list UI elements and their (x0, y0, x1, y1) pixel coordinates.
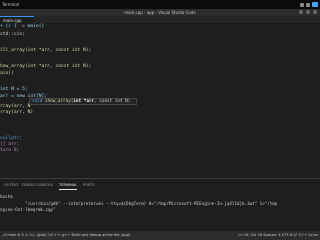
code-line[interactable]: + () { ◇ main() (0, 24, 44, 30)
tooltip-params-rest: , const int N) (94, 99, 131, 104)
code-line[interactable]: int N = 5; (0, 87, 28, 93)
code-line[interactable]: turn 0; (0, 148, 19, 154)
tab-main-cpp[interactable]: main.cpp (0, 16, 34, 23)
system-top-bar: Terminal (0, 0, 320, 9)
tooltip-active-param: int *arr (73, 99, 95, 104)
code-line[interactable]: how_array(int *arr, const int N); (0, 64, 91, 70)
window-title: main.cpp - app - Visual Studio Code (124, 10, 196, 15)
power-icon[interactable] (312, 2, 318, 7)
tooltip-return-type: void (32, 99, 43, 104)
signature-help-tooltip: void show_array(int *arr, const int N) (29, 98, 137, 105)
status-right[interactable]: Ln 16, Col 18 Spaces: 4 UTF-8 LF C++ Lin… (238, 231, 318, 240)
code-line[interactable]: ill_array(int *arr, const int N); (0, 48, 91, 54)
bottom-panel: OUTPUT DEBUG CONSOLE TERMINAL PORTS bash… (0, 178, 320, 232)
status-bar: ⎇ main ⊗ 0 ⚠ 0 ▷ (gdb) C/C++: g++ Build … (0, 231, 320, 240)
window-title-bar: main.cpp - app - Visual Studio Code (0, 9, 320, 16)
maximize-icon[interactable] (306, 10, 310, 14)
minimize-icon[interactable] (299, 10, 303, 14)
close-icon[interactable] (313, 10, 317, 14)
panel-tabs: OUTPUT DEBUG CONSOLE TERMINAL PORTS (0, 181, 320, 190)
code-editor[interactable]: + () { ◇ main() std::cin; ill_array(int … (0, 24, 320, 164)
tab-ports[interactable]: PORTS (83, 181, 95, 189)
activities-label[interactable]: Terminal (2, 0, 19, 9)
tab-debug-console[interactable]: DEBUG CONSOLE (22, 181, 53, 189)
editor-tab-strip: main.cpp (0, 16, 320, 24)
system-tray (300, 0, 318, 9)
code-line[interactable]: std::cin; (0, 32, 25, 38)
tab-output[interactable]: OUTPUT (4, 181, 19, 189)
tooltip-function-name: show_array (44, 99, 71, 104)
terminal-line[interactable]: bash$ (0, 194, 13, 200)
tab-terminal[interactable]: TERMINAL (59, 181, 78, 190)
window-controls (299, 10, 317, 14)
terminal-line[interactable]: ngine-Out-lbmqrmk.zqp" (0, 207, 55, 213)
code-line[interactable]: rray(arr, N) (0, 110, 33, 116)
code-line[interactable]: ain() (0, 71, 14, 77)
network-icon[interactable] (300, 2, 304, 7)
volume-icon[interactable] (306, 2, 310, 7)
status-left[interactable]: ⎇ main ⊗ 0 ⚠ 0 ▷ (gdb) C/C++: g++ Build … (2, 231, 130, 240)
